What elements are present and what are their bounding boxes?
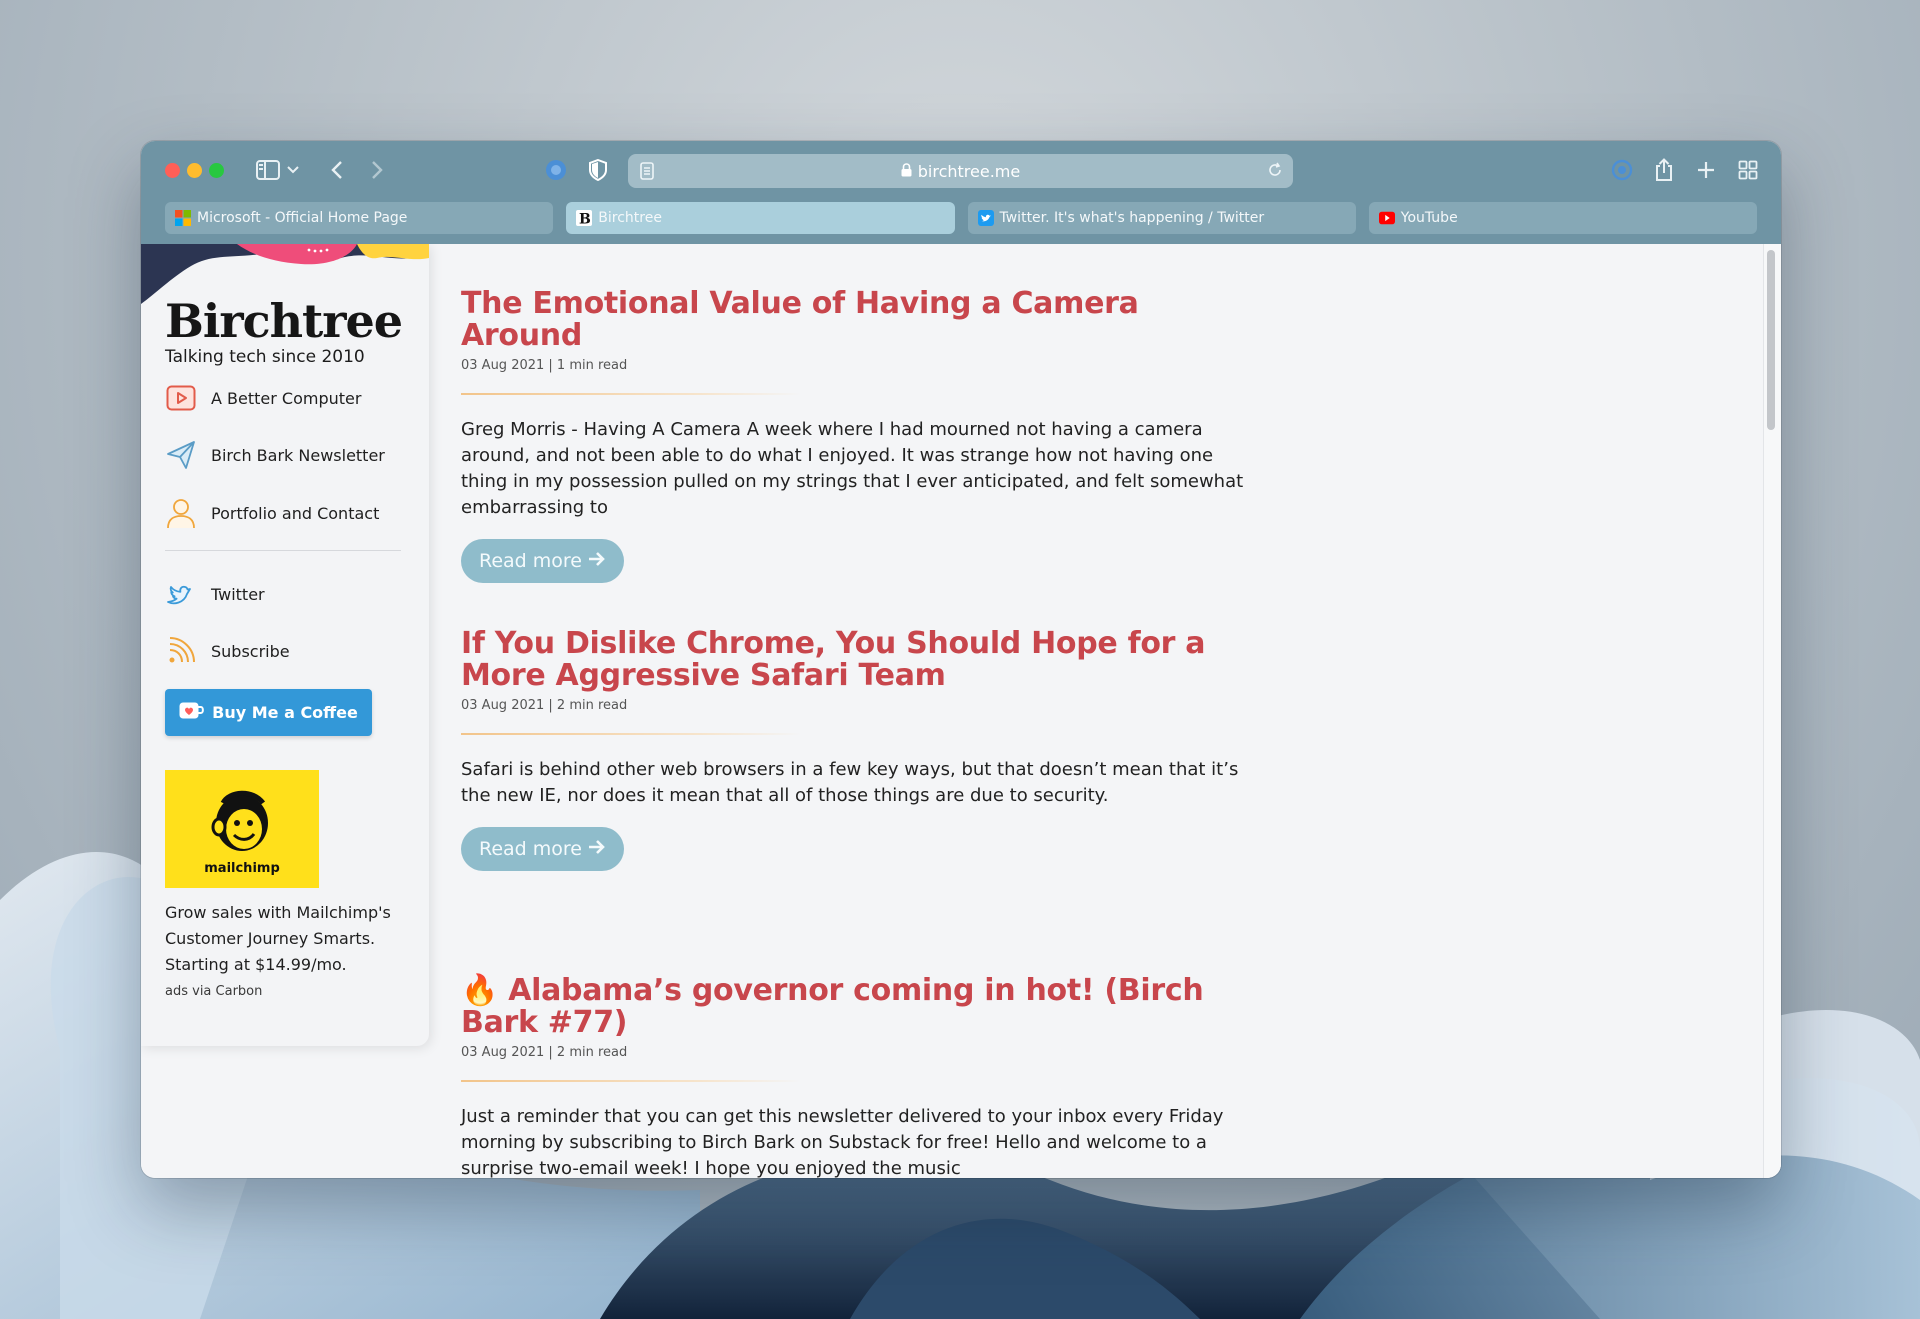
post-title[interactable]: 🔥 Alabama’s governor coming in hot! (Bir… [461,975,1251,1039]
scrollbar-thumb[interactable] [1767,250,1775,430]
tab-microsoft[interactable]: Microsoft - Official Home Page [165,202,554,234]
tab-label: Twitter. It's what's happening / Twitter [999,210,1265,226]
nav-item-subscribe[interactable]: Subscribe [165,635,290,667]
post-meta: 03 Aug 2021 | 1 min read [461,358,628,373]
tab-label: Microsoft - Official Home Page [197,210,408,226]
video-play-icon [165,382,197,414]
post-title[interactable]: If You Dislike Chrome, You Should Hope f… [461,628,1251,692]
browser-toolbar: birchtree.me Microsoft - Official Home P… [141,141,1781,244]
coffee-cup-icon [179,701,205,725]
post-meta: 03 Aug 2021 | 2 min read [461,698,628,713]
buy-me-a-coffee-button[interactable]: Buy Me a Coffee [165,689,372,736]
post-excerpt: Greg Morris - Having A Camera A week whe… [461,419,1244,518]
privacy-shield-icon[interactable] [583,155,613,185]
site-tagline: Talking tech since 2010 [165,347,365,367]
nav-label: Birch Bark Newsletter [211,445,385,465]
twitter-bird-icon [977,210,994,226]
nav-label: Subscribe [211,641,290,661]
microsoft-logo-icon [175,210,191,226]
arrow-right-icon [588,838,606,860]
close-window-button[interactable] [165,163,180,178]
carbon-ad-image[interactable]: mailchimp [165,770,319,888]
ads-via-carbon-link[interactable]: ads via Carbon [165,984,262,999]
read-more-label: Read more [479,550,582,572]
post-divider [461,1080,801,1082]
reload-icon[interactable] [1267,162,1283,182]
rss-icon [165,635,197,667]
back-arrow-icon[interactable] [325,155,349,185]
nav-label: A Better Computer [211,388,362,408]
tab-twitter[interactable]: Twitter. It's what's happening / Twitter [967,202,1356,234]
extension-icon-right[interactable] [1607,155,1637,185]
nav-item-a-better-computer[interactable]: A Better Computer [165,382,361,414]
post-item: If You Dislike Chrome, You Should Hope f… [461,628,1251,871]
new-tab-plus-icon[interactable] [1691,155,1721,185]
zoom-window-button[interactable] [209,163,224,178]
read-more-button[interactable]: Read more [461,539,624,583]
address-bar[interactable]: birchtree.me [628,154,1293,188]
chevron-down-icon[interactable] [285,155,301,185]
post-divider [461,733,801,735]
post-excerpt: Safari is behind other web browsers in a… [461,759,1239,806]
arrow-right-icon [588,550,606,572]
paper-plane-icon [165,439,197,471]
ad-logo-text: mailchimp [204,860,280,876]
post-divider [461,393,801,395]
lock-icon [901,162,912,181]
svg-text:B: B [579,212,591,227]
scrollbar-track[interactable] [1763,244,1781,1178]
tab-label: YouTube [1400,210,1458,226]
nav-label: Twitter [211,584,265,604]
share-icon[interactable] [1649,155,1679,185]
read-more-label: Read more [479,838,582,860]
nav-label: Portfolio and Contact [211,503,380,523]
mailchimp-freddie-icon [211,790,268,851]
youtube-play-icon [1378,210,1395,226]
nav-item-portfolio-and-contact[interactable]: Portfolio and Contact [165,497,379,529]
reader-mode-icon[interactable] [640,162,654,184]
tab-label: Birchtree [598,210,662,226]
site-logo-text[interactable]: Birchtree [165,294,403,348]
post-title[interactable]: The Emotional Value of Having a Camera A… [461,288,1251,352]
ad-description[interactable]: Grow sales with Mailchimp's Customer Jou… [165,900,405,978]
tab-overview-icon[interactable] [1733,155,1763,185]
sidebar-toggle-icon[interactable] [253,155,283,185]
post-item: 🔥 Alabama’s governor coming in hot! (Bir… [461,975,1251,1178]
page-content: Birchtree Talking tech since 2010 A Bett… [141,244,1781,1178]
browser-window: birchtree.me Microsoft - Official Home P… [141,141,1781,1178]
post-item: The Emotional Value of Having a Camera A… [461,288,1251,583]
forward-arrow-icon[interactable] [365,155,389,185]
read-more-button[interactable]: Read more [461,827,624,871]
buy-me-a-coffee-label: Buy Me a Coffee [212,703,358,722]
post-meta: 03 Aug 2021 | 2 min read [461,1045,628,1060]
nav-item-twitter[interactable]: Twitter [165,578,265,610]
site-sidebar: Birchtree Talking tech since 2010 A Bett… [141,244,429,1046]
twitter-bird-icon [165,578,197,610]
birchtree-b-icon: B [576,210,593,227]
nav-item-birch-bark-newsletter[interactable]: Birch Bark Newsletter [165,439,385,471]
minimize-window-button[interactable] [187,163,202,178]
extension-icon[interactable] [541,155,571,185]
tab-youtube[interactable]: YouTube [1368,202,1757,234]
tab-birchtree[interactable]: B Birchtree [566,202,955,234]
address-text: birchtree.me [917,161,1021,181]
post-excerpt: Just a reminder that you can get this ne… [461,1106,1224,1178]
person-icon [165,497,197,529]
tab-bar: Microsoft - Official Home Page B Birchtr… [165,202,1757,234]
sidebar-divider [165,550,401,551]
